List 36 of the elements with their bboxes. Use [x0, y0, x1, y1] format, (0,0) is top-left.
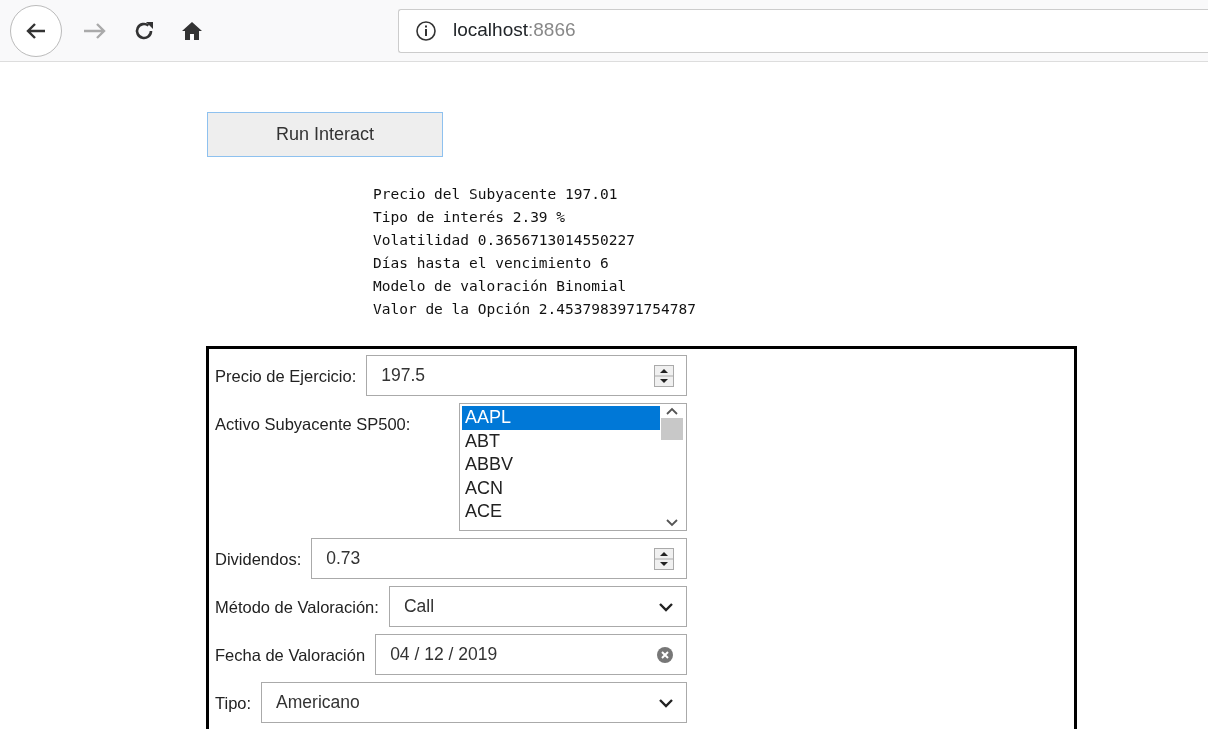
back-button[interactable]: [10, 4, 62, 57]
clear-icon[interactable]: [656, 645, 674, 664]
field-label: Método de Valoración:: [215, 597, 379, 618]
field-label: Activo Subyacente SP500:: [215, 414, 411, 435]
chevron-down-icon[interactable]: [658, 601, 674, 612]
date-field[interactable]: 04 / 12 / 2019: [375, 634, 687, 675]
field-label: Dividendos:: [215, 549, 302, 570]
field-label: Fecha de Valoración: [215, 645, 366, 666]
list-option[interactable]: ABBV: [462, 453, 660, 477]
output-line: Tipo de interés 2.39 %: [373, 208, 567, 227]
list-box[interactable]: AAPL ABT ABBV ACN ACE: [459, 403, 687, 531]
chevron-down-icon[interactable]: [658, 697, 674, 708]
spinner-icon[interactable]: [654, 364, 674, 387]
scroll-up-icon[interactable]: [665, 406, 679, 416]
dropdown[interactable]: Americano: [261, 682, 687, 723]
info-icon[interactable]: [415, 19, 437, 42]
run-button[interactable]: Run Interact: [207, 112, 443, 157]
address-bar[interactable]: localhost:8866: [398, 8, 1208, 53]
output-line: Valor de la Opción 2.4537983971754787: [373, 300, 697, 319]
scroll-down-icon[interactable]: [665, 518, 679, 528]
output-line: Modelo de valoración Binomial: [373, 277, 628, 296]
number-field[interactable]: 0.73: [311, 538, 687, 579]
list-option[interactable]: ACE: [462, 500, 660, 524]
list-option[interactable]: AAPL: [462, 406, 660, 430]
list-option[interactable]: ACN: [462, 476, 660, 500]
output-line: Días hasta el vencimiento 6: [373, 254, 610, 273]
field-label: Precio de Ejercicio:: [215, 366, 357, 387]
output-line: Volatilidad 0.3656713014550227: [373, 231, 636, 250]
dropdown[interactable]: Call: [388, 586, 687, 627]
list-option[interactable]: ABT: [462, 429, 660, 453]
field-label: Tipo:: [215, 693, 252, 714]
spinner-icon[interactable]: [654, 547, 674, 570]
scrollbar-thumb[interactable]: [661, 418, 683, 440]
url-text: localhost:8866: [453, 18, 576, 43]
number-field[interactable]: 197.5: [366, 355, 687, 396]
output-line: Precio del Subyacente 197.01: [373, 185, 619, 204]
